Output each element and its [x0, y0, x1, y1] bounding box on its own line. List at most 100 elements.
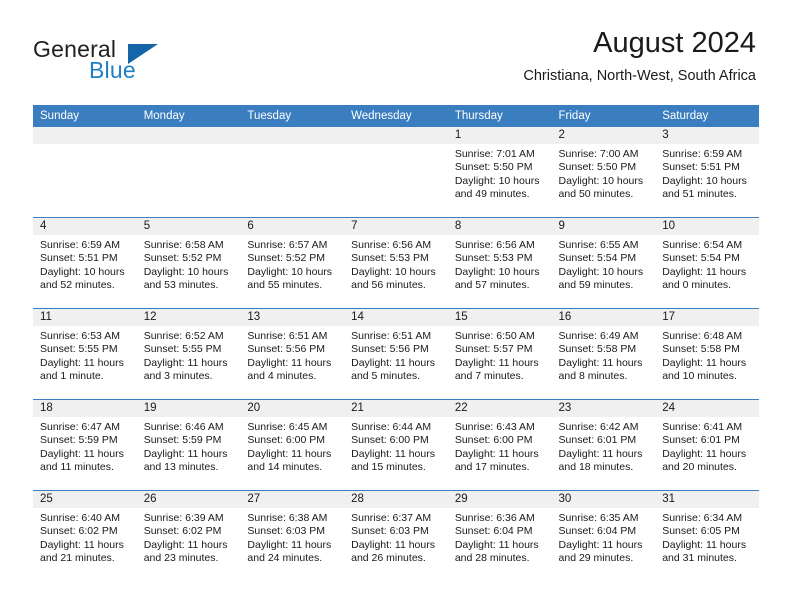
sunset-text: Sunset: 6:02 PM: [40, 525, 118, 538]
day-cell-content[interactable]: 10 Sunrise: 6:54 AM Sunset: 5:54 PM Dayligh…: [655, 218, 759, 308]
day-cell-content[interactable]: 5 Sunrise: 6:58 AM Sunset: 5:52 PM Daylight…: [136, 218, 241, 308]
day-cell: [136, 127, 241, 218]
sunset-text: Sunset: 5:53 PM: [454, 252, 533, 265]
day-cell: [240, 127, 345, 218]
day-details: Sunrise: 6:58 AM Sunset: 5:52 PM Daylight:…: [137, 235, 241, 293]
day-number: 13: [240, 309, 345, 326]
sunset-text: Sunset: 6:02 PM: [143, 525, 222, 538]
day-cell-content[interactable]: 29 Sunrise: 6:36 AM Sunset: 6:04 PM Dayligh…: [447, 491, 552, 581]
day-details: Sunrise: 6:42 AM Sunset: 6:01 PM Daylight:…: [552, 417, 656, 475]
day-cell-content[interactable]: 18 Sunrise: 6:47 AM Sunset: 5:59 PM Dayligh…: [33, 400, 137, 490]
daylight-text: Daylight: 10 hours and 52 minutes.: [40, 265, 125, 292]
day-details: Sunrise: 6:56 AM Sunset: 5:53 PM Daylight:…: [448, 235, 552, 293]
day-cell-content[interactable]: 25 Sunrise: 6:40 AM Sunset: 6:02 PM Dayligh…: [33, 491, 137, 581]
day-cell-content[interactable]: 31 Sunrise: 6:34 AM Sunset: 6:05 PM Dayligh…: [655, 491, 759, 581]
day-cell: 21 Sunrise: 6:44 AM Sunset: 6:00 PM Dayligh…: [344, 399, 448, 491]
daylight-text: Daylight: 10 hours and 55 minutes.: [247, 265, 333, 292]
day-number: [33, 127, 137, 144]
sunset-text: Sunset: 6:05 PM: [662, 525, 740, 538]
day-cell-content[interactable]: 6 Sunrise: 6:57 AM Sunset: 5:52 PM Daylight…: [240, 218, 345, 308]
sunrise-text: Sunrise: 6:51 AM: [351, 330, 432, 342]
daylight-text: Daylight: 11 hours and 5 minutes.: [351, 356, 435, 383]
day-cell-content[interactable]: [240, 127, 345, 217]
day-cell-content[interactable]: 14 Sunrise: 6:51 AM Sunset: 5:56 PM Dayligh…: [344, 309, 448, 399]
daylight-text: Daylight: 11 hours and 23 minutes.: [143, 538, 228, 565]
day-details: Sunrise: 6:37 AM Sunset: 6:03 PM Daylight:…: [344, 508, 448, 566]
day-details: Sunrise: 6:44 AM Sunset: 6:00 PM Daylight:…: [344, 417, 448, 475]
day-cell: 4 Sunrise: 6:59 AM Sunset: 5:51 PM Daylight…: [33, 217, 137, 309]
day-cell-content[interactable]: 16 Sunrise: 6:49 AM Sunset: 5:58 PM Dayligh…: [551, 309, 656, 399]
day-cell-content[interactable]: 3 Sunrise: 6:59 AM Sunset: 5:51 PM Daylight…: [655, 127, 759, 217]
day-cell: 12 Sunrise: 6:52 AM Sunset: 5:55 PM Dayligh…: [136, 308, 241, 400]
day-details: Sunrise: 6:45 AM Sunset: 6:00 PM Daylight:…: [240, 417, 344, 475]
day-cell-content[interactable]: [344, 127, 448, 217]
day-cell-content[interactable]: 15 Sunrise: 6:50 AM Sunset: 5:57 PM Dayligh…: [447, 309, 552, 399]
day-cell-content[interactable]: 19 Sunrise: 6:46 AM Sunset: 5:59 PM Dayligh…: [136, 400, 241, 490]
day-cell-content[interactable]: 28 Sunrise: 6:37 AM Sunset: 6:03 PM Dayligh…: [344, 491, 448, 581]
day-cell: 8 Sunrise: 6:56 AM Sunset: 5:53 PM Daylight…: [447, 217, 552, 309]
sunrise-text: Sunrise: 6:51 AM: [247, 330, 328, 342]
day-details: Sunrise: 6:55 AM Sunset: 5:54 PM Daylight:…: [552, 235, 656, 293]
day-details: Sunrise: 6:51 AM Sunset: 5:56 PM Daylight:…: [240, 326, 344, 384]
day-details: Sunrise: 6:43 AM Sunset: 6:00 PM Daylight:…: [448, 417, 552, 475]
day-cell-content[interactable]: 20 Sunrise: 6:45 AM Sunset: 6:00 PM Dayligh…: [240, 400, 345, 490]
day-cell-content[interactable]: 17 Sunrise: 6:48 AM Sunset: 5:58 PM Dayligh…: [655, 309, 759, 399]
day-cell-content[interactable]: 13 Sunrise: 6:51 AM Sunset: 5:56 PM Dayligh…: [240, 309, 345, 399]
sunrise-text: Sunrise: 7:01 AM: [454, 148, 535, 160]
sunset-text: Sunset: 5:58 PM: [558, 343, 637, 356]
day-cell: 13 Sunrise: 6:51 AM Sunset: 5:56 PM Dayligh…: [240, 308, 345, 400]
sunset-text: Sunset: 5:53 PM: [351, 252, 429, 265]
day-cell-content[interactable]: 24 Sunrise: 6:41 AM Sunset: 6:01 PM Dayligh…: [655, 400, 759, 490]
day-details: [344, 144, 448, 148]
day-cell-content[interactable]: 7 Sunrise: 6:56 AM Sunset: 5:53 PM Daylight…: [344, 218, 448, 308]
day-details: [240, 144, 344, 148]
day-number: 11: [33, 309, 137, 326]
day-cell-content[interactable]: 2 Sunrise: 7:00 AM Sunset: 5:50 PM Daylight…: [551, 127, 656, 217]
day-cell: 5 Sunrise: 6:58 AM Sunset: 5:52 PM Daylight…: [136, 217, 241, 309]
day-number: 16: [551, 309, 656, 326]
page-subtitle: Christiana, North-West, South Africa: [523, 68, 756, 84]
day-cell: 1 Sunrise: 7:01 AM Sunset: 5:50 PM Daylight…: [447, 127, 552, 218]
day-cell-content[interactable]: 22 Sunrise: 6:43 AM Sunset: 6:00 PM Dayligh…: [447, 400, 552, 490]
day-cell: [344, 127, 448, 218]
sunset-text: Sunset: 5:52 PM: [143, 252, 222, 265]
day-cell-content[interactable]: 11 Sunrise: 6:53 AM Sunset: 5:55 PM Dayligh…: [33, 309, 137, 399]
day-cell: 11 Sunrise: 6:53 AM Sunset: 5:55 PM Dayligh…: [33, 308, 137, 400]
day-cell-content[interactable]: 8 Sunrise: 6:56 AM Sunset: 5:53 PM Daylight…: [447, 218, 552, 308]
sunset-text: Sunset: 6:03 PM: [247, 525, 326, 538]
day-cell-content[interactable]: 12 Sunrise: 6:52 AM Sunset: 5:55 PM Dayligh…: [136, 309, 241, 399]
day-cell: 22 Sunrise: 6:43 AM Sunset: 6:00 PM Dayligh…: [447, 399, 552, 491]
day-cell-content[interactable]: [33, 127, 137, 217]
day-cell-content[interactable]: [136, 127, 241, 217]
sunset-text: Sunset: 5:58 PM: [662, 343, 740, 356]
day-cell-content[interactable]: 26 Sunrise: 6:39 AM Sunset: 6:02 PM Dayligh…: [136, 491, 241, 581]
day-details: Sunrise: 6:38 AM Sunset: 6:03 PM Daylight:…: [240, 508, 344, 566]
general-blue-logo[interactable]: General Blue: [33, 36, 213, 84]
day-cell: 25 Sunrise: 6:40 AM Sunset: 6:02 PM Dayligh…: [33, 490, 137, 581]
sunrise-text: Sunrise: 6:59 AM: [662, 148, 743, 160]
day-cell-content[interactable]: 1 Sunrise: 7:01 AM Sunset: 5:50 PM Daylight…: [447, 127, 552, 217]
day-cell: 7 Sunrise: 6:56 AM Sunset: 5:53 PM Daylight…: [344, 217, 448, 309]
sunrise-text: Sunrise: 6:34 AM: [662, 512, 743, 524]
sunset-text: Sunset: 6:00 PM: [351, 434, 429, 447]
daylight-text: Daylight: 11 hours and 0 minutes.: [662, 265, 747, 292]
sunrise-text: Sunrise: 6:35 AM: [558, 512, 639, 524]
day-number: 6: [240, 218, 345, 235]
day-cell-content[interactable]: 4 Sunrise: 6:59 AM Sunset: 5:51 PM Daylight…: [33, 218, 137, 308]
day-number: 30: [551, 491, 656, 508]
day-cell-content[interactable]: 23 Sunrise: 6:42 AM Sunset: 6:01 PM Dayligh…: [551, 400, 656, 490]
day-cell: [33, 127, 137, 218]
day-cell: 16 Sunrise: 6:49 AM Sunset: 5:58 PM Dayligh…: [551, 308, 656, 400]
day-details: Sunrise: 6:50 AM Sunset: 5:57 PM Daylight:…: [448, 326, 552, 384]
day-cell-content[interactable]: 21 Sunrise: 6:44 AM Sunset: 6:00 PM Dayligh…: [344, 400, 448, 490]
day-header-tuesday: Tuesday: [240, 105, 345, 127]
day-cell-content[interactable]: 27 Sunrise: 6:38 AM Sunset: 6:03 PM Dayligh…: [240, 491, 345, 581]
daylight-text: Daylight: 11 hours and 10 minutes.: [662, 356, 747, 383]
week-row: 18 Sunrise: 6:47 AM Sunset: 5:59 PM Dayligh…: [33, 399, 759, 491]
daylight-text: Daylight: 11 hours and 7 minutes.: [454, 356, 539, 383]
day-cell: 3 Sunrise: 6:59 AM Sunset: 5:51 PM Daylight…: [655, 127, 759, 218]
sunrise-text: Sunrise: 6:37 AM: [351, 512, 432, 524]
day-cell-content[interactable]: 30 Sunrise: 6:35 AM Sunset: 6:04 PM Dayligh…: [551, 491, 656, 581]
day-cell: 27 Sunrise: 6:38 AM Sunset: 6:03 PM Dayligh…: [240, 490, 345, 581]
day-cell-content[interactable]: 9 Sunrise: 6:55 AM Sunset: 5:54 PM Daylight…: [551, 218, 656, 308]
